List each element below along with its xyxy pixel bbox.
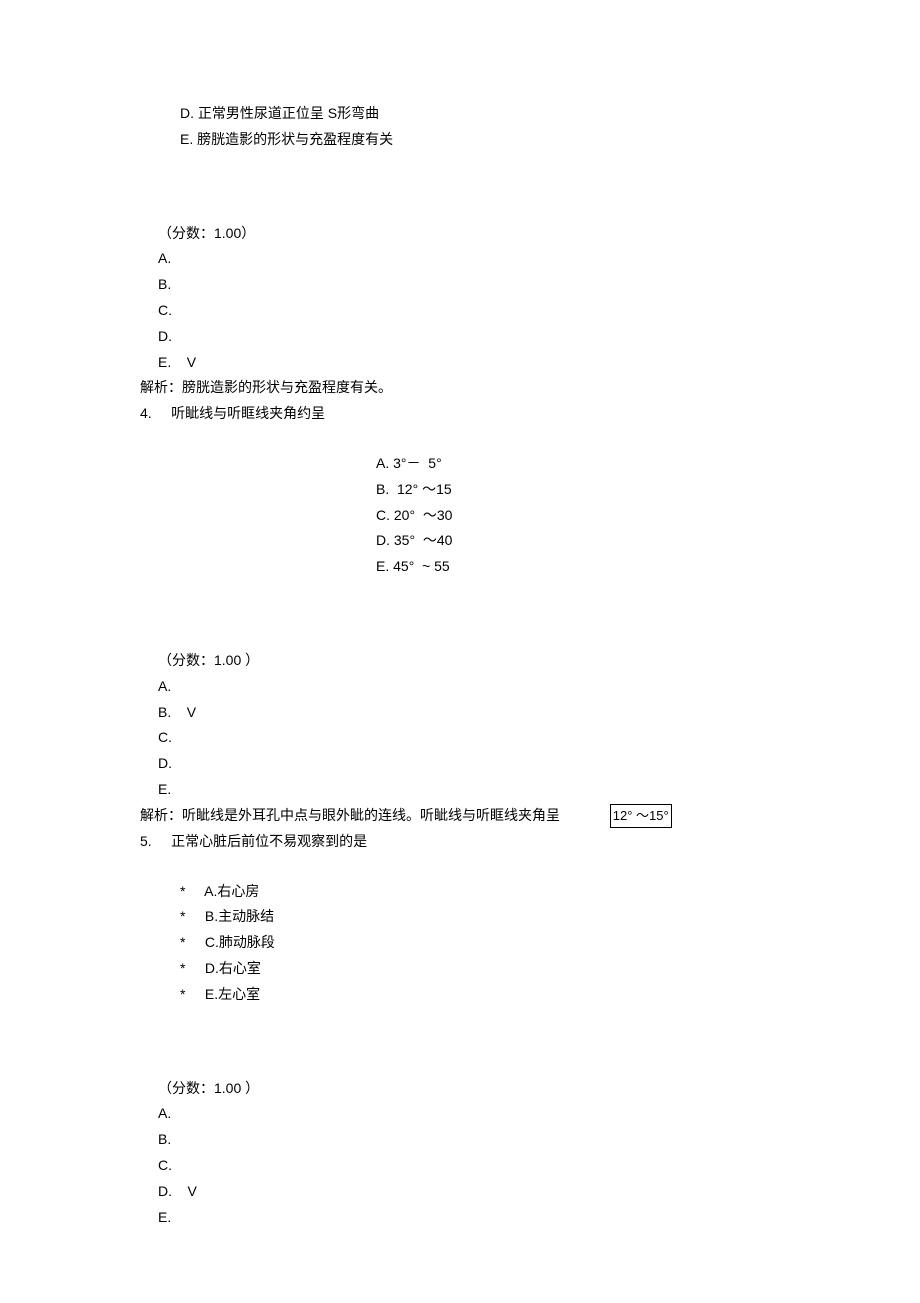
q4-explanation-box: 12° ～15° bbox=[610, 804, 672, 828]
q3-option-e: E. 膀胱造影的形状与充盈程度有关 bbox=[140, 128, 780, 152]
q5-header: 5. 正常心脏后前位不易观察到的是 bbox=[140, 830, 780, 854]
q5-answer-d: D. V bbox=[158, 1180, 780, 1204]
q5-option-d: * D.右心室 bbox=[180, 957, 780, 981]
q3-answer-e: E. V bbox=[158, 351, 780, 375]
q4-option-c: C. 20° ～30 bbox=[376, 504, 780, 528]
q3-answer-a: A. bbox=[158, 247, 780, 271]
q4-answer-e: E. bbox=[158, 778, 780, 802]
q4-option-a: A. 3°－ 5° bbox=[376, 452, 780, 476]
q5-option-c: * C.肺动脉段 bbox=[180, 931, 780, 955]
q4-explanation-text: 解析：听眦线是外耳孔中点与眼外眦的连线。听眦线与听眶线夹角呈 bbox=[140, 807, 560, 823]
q4-option-d: D. 35° ～40 bbox=[376, 529, 780, 553]
q5-answer-c: C. bbox=[158, 1154, 780, 1178]
q4-score: （分数：1.00 ） bbox=[158, 649, 780, 673]
q3-option-d: D. 正常男性尿道正位呈 S形弯曲 bbox=[140, 102, 780, 126]
q4-option-e: E. 45° ~ 55 bbox=[376, 555, 780, 579]
q4-explanation: 解析：听眦线是外耳孔中点与眼外眦的连线。听眦线与听眶线夹角呈 12° ～15° bbox=[140, 804, 780, 828]
q3-score: （分数：1.00） bbox=[158, 222, 780, 246]
q5-option-e: * E.左心室 bbox=[180, 983, 780, 1007]
q5-option-b: * B.主动脉结 bbox=[180, 905, 780, 929]
q4-answer-c: C. bbox=[158, 726, 780, 750]
q4-answer-d: D. bbox=[158, 752, 780, 776]
q5-option-a: * A.右心房 bbox=[180, 880, 780, 904]
q4-option-b: B. 12° ～15 bbox=[376, 478, 780, 502]
q4-header: 4. 听眦线与听眶线夹角约呈 bbox=[140, 402, 780, 426]
q3-answer-d: D. bbox=[158, 325, 780, 349]
q5-answer-a: A. bbox=[158, 1102, 780, 1126]
q3-answer-c: C. bbox=[158, 299, 780, 323]
q4-answer-b: B. V bbox=[158, 701, 780, 725]
q5-answer-b: B. bbox=[158, 1128, 780, 1152]
q5-answer-e: E. bbox=[158, 1206, 780, 1230]
q3-answer-b: B. bbox=[158, 273, 780, 297]
q5-score: （分数：1.00 ） bbox=[158, 1077, 780, 1101]
q3-explanation: 解析：膀胱造影的形状与充盈程度有关。 bbox=[140, 376, 780, 400]
q4-answer-a: A. bbox=[158, 675, 780, 699]
